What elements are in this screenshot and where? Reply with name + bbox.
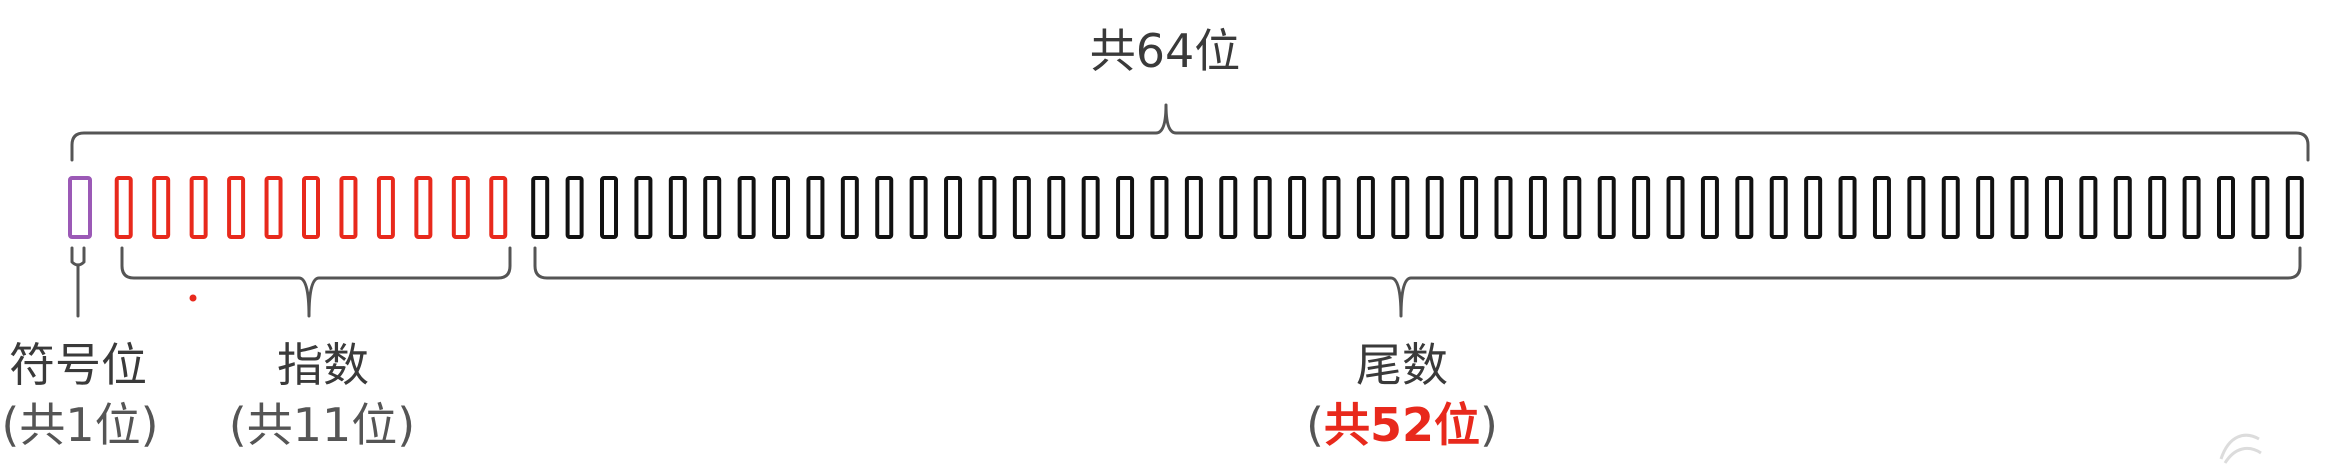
exponent-bit-cell [302, 176, 320, 239]
mantissa-bit-cell [1632, 176, 1651, 239]
mantissa-bit-cell [2044, 176, 2063, 239]
mantissa-bit-cell [806, 176, 825, 239]
mantissa-bit-cell [1941, 176, 1960, 239]
mantissa-brace [533, 246, 2302, 318]
mantissa-bit-cell [1528, 176, 1547, 239]
sign-bracket-top [70, 246, 86, 267]
mantissa-bit-cell [1150, 176, 1169, 239]
watermark-logo [2219, 433, 2262, 464]
exponent-bit-cell [152, 176, 171, 239]
mantissa-bit-cell [2148, 176, 2167, 239]
mantissa-bit-cell [531, 176, 550, 239]
exponent-bit-cell [189, 176, 208, 239]
mantissa-bit-cell [1047, 176, 1066, 239]
mantissa-bit-cell [1563, 176, 1582, 239]
sign-bit-cell [68, 176, 92, 239]
total-bits-label: 共64位 [1089, 24, 1241, 78]
mantissa-bit-cell [1907, 176, 1926, 239]
exponent-field-name: 指数 [277, 338, 369, 392]
mantissa-field-count: (共52位) [1306, 402, 1498, 448]
mantissa-bit-cell [1184, 176, 1203, 239]
brace-layer [70, 103, 2310, 318]
mantissa-bit-cell [565, 176, 584, 239]
mantissa-bit-cell [600, 176, 619, 239]
mantissa-bit-cell [875, 176, 894, 239]
mantissa-bit-cell [2216, 176, 2235, 239]
sign-field-count: (共1位) [1, 398, 159, 452]
mantissa-bit-cell [703, 176, 722, 239]
mantissa-bit-cell [1872, 176, 1891, 239]
mantissa-bit-cell [1494, 176, 1513, 239]
exponent-red-dot [189, 294, 197, 302]
exponent-bit-cell [264, 176, 283, 239]
mantissa-bit-cell [1666, 176, 1685, 239]
mantissa-bit-cell [1081, 176, 1100, 239]
exponent-bit-cell [414, 176, 433, 239]
mantissa-bit-cell [2182, 176, 2201, 239]
mantissa-bit-cell [1838, 176, 1857, 239]
mantissa-bit-cell [1976, 176, 1995, 239]
mantissa-bit-cell [1288, 176, 1307, 239]
mantissa-bit-cell [2251, 176, 2270, 239]
exponent-bit-cell [114, 176, 133, 239]
exponent-field-count: (共11位) [228, 398, 416, 452]
mantissa-bit-cell [1769, 176, 1788, 239]
mantissa-bit-cell [1804, 176, 1823, 239]
mantissa-count-open-paren: ( [1306, 398, 1324, 452]
mantissa-bit-cell [1700, 176, 1719, 239]
exponent-bit-cell [489, 176, 508, 239]
mantissa-bit-cell [634, 176, 653, 239]
mantissa-bit-cell [1219, 176, 1238, 239]
exponent-bit-cell [451, 176, 470, 239]
exponent-bit-cell [339, 176, 358, 239]
mantissa-bit-cell [2285, 176, 2304, 239]
mantissa-bit-cell [668, 176, 687, 239]
diagram-stage: 共64位 符号位 (共1位) 指数 (共11位) 尾数 (共52位) [0, 0, 2326, 469]
mantissa-bit-cell [1322, 176, 1341, 239]
mantissa-bit-cell [1253, 176, 1272, 239]
mantissa-bit-cell [1460, 176, 1479, 239]
mantissa-bit-cell [772, 176, 791, 239]
mantissa-bit-cell [840, 176, 859, 239]
mantissa-bit-cell [1012, 176, 1031, 239]
bit-cells-layer [68, 176, 2304, 239]
mantissa-bit-cell [2079, 176, 2098, 239]
mantissa-bit-cell [944, 176, 963, 239]
mantissa-bit-cell [737, 176, 756, 239]
mantissa-bit-cell [1425, 176, 1444, 239]
mantissa-bit-cell [2113, 176, 2132, 239]
mantissa-bit-cell [1597, 176, 1616, 239]
mantissa-bit-cell [1735, 176, 1754, 239]
sign-field-name: 符号位 [9, 338, 147, 392]
exponent-bit-cell [227, 176, 246, 239]
total-brace [70, 103, 2310, 162]
mantissa-count-value: 共52位 [1323, 398, 1481, 452]
mantissa-field-name: 尾数 [1356, 338, 1448, 392]
exponent-brace [120, 246, 512, 318]
mantissa-bit-cell [2010, 176, 2029, 239]
mantissa-bit-cell [909, 176, 928, 239]
mantissa-bit-cell [978, 176, 997, 239]
mantissa-count-close-paren: ) [1480, 398, 1498, 452]
mantissa-bit-cell [1356, 176, 1375, 239]
mantissa-bit-cell [1116, 176, 1135, 239]
mantissa-bit-cell [1391, 176, 1410, 239]
exponent-bit-cell [376, 176, 395, 239]
